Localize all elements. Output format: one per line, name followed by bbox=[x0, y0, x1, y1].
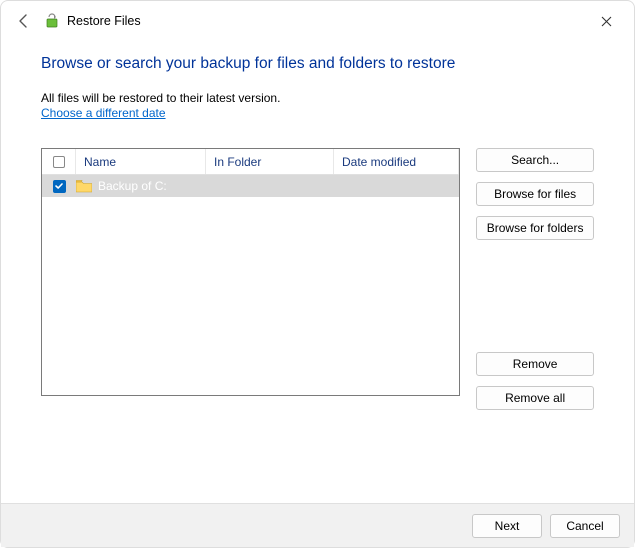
restore-app-icon bbox=[45, 13, 61, 29]
header-checkbox-cell[interactable] bbox=[42, 149, 76, 174]
footer-bar: Next Cancel bbox=[1, 503, 634, 547]
folder-icon bbox=[76, 180, 92, 193]
cancel-button[interactable]: Cancel bbox=[550, 514, 620, 538]
list-row[interactable]: Backup of C: bbox=[42, 175, 459, 197]
page-heading: Browse or search your backup for files a… bbox=[41, 55, 594, 73]
header-name[interactable]: Name bbox=[76, 149, 206, 174]
header-checkbox[interactable] bbox=[53, 156, 65, 168]
content-area: Browse or search your backup for files a… bbox=[1, 41, 634, 420]
window-title: Restore Files bbox=[67, 14, 141, 28]
remove-all-button[interactable]: Remove all bbox=[476, 386, 594, 410]
row-checkbox-checked[interactable] bbox=[53, 180, 66, 193]
browse-folders-button[interactable]: Browse for folders bbox=[476, 216, 594, 240]
header-date[interactable]: Date modified bbox=[334, 149, 459, 174]
header-folder[interactable]: In Folder bbox=[206, 149, 334, 174]
close-button[interactable] bbox=[586, 7, 626, 35]
search-button[interactable]: Search... bbox=[476, 148, 594, 172]
list-header: Name In Folder Date modified bbox=[42, 149, 459, 175]
titlebar: Restore Files bbox=[1, 1, 634, 41]
row-name-text: Backup of C: bbox=[98, 179, 167, 193]
row-checkbox-cell[interactable] bbox=[42, 180, 76, 193]
side-buttons: Search... Browse for files Browse for fo… bbox=[476, 148, 594, 420]
back-arrow-icon[interactable] bbox=[15, 12, 33, 30]
remove-button[interactable]: Remove bbox=[476, 352, 594, 376]
choose-date-link[interactable]: Choose a different date bbox=[41, 106, 166, 120]
file-list[interactable]: Name In Folder Date modified bbox=[41, 148, 460, 396]
next-button[interactable]: Next bbox=[472, 514, 542, 538]
browse-files-button[interactable]: Browse for files bbox=[476, 182, 594, 206]
subtext: All files will be restored to their late… bbox=[41, 91, 594, 105]
